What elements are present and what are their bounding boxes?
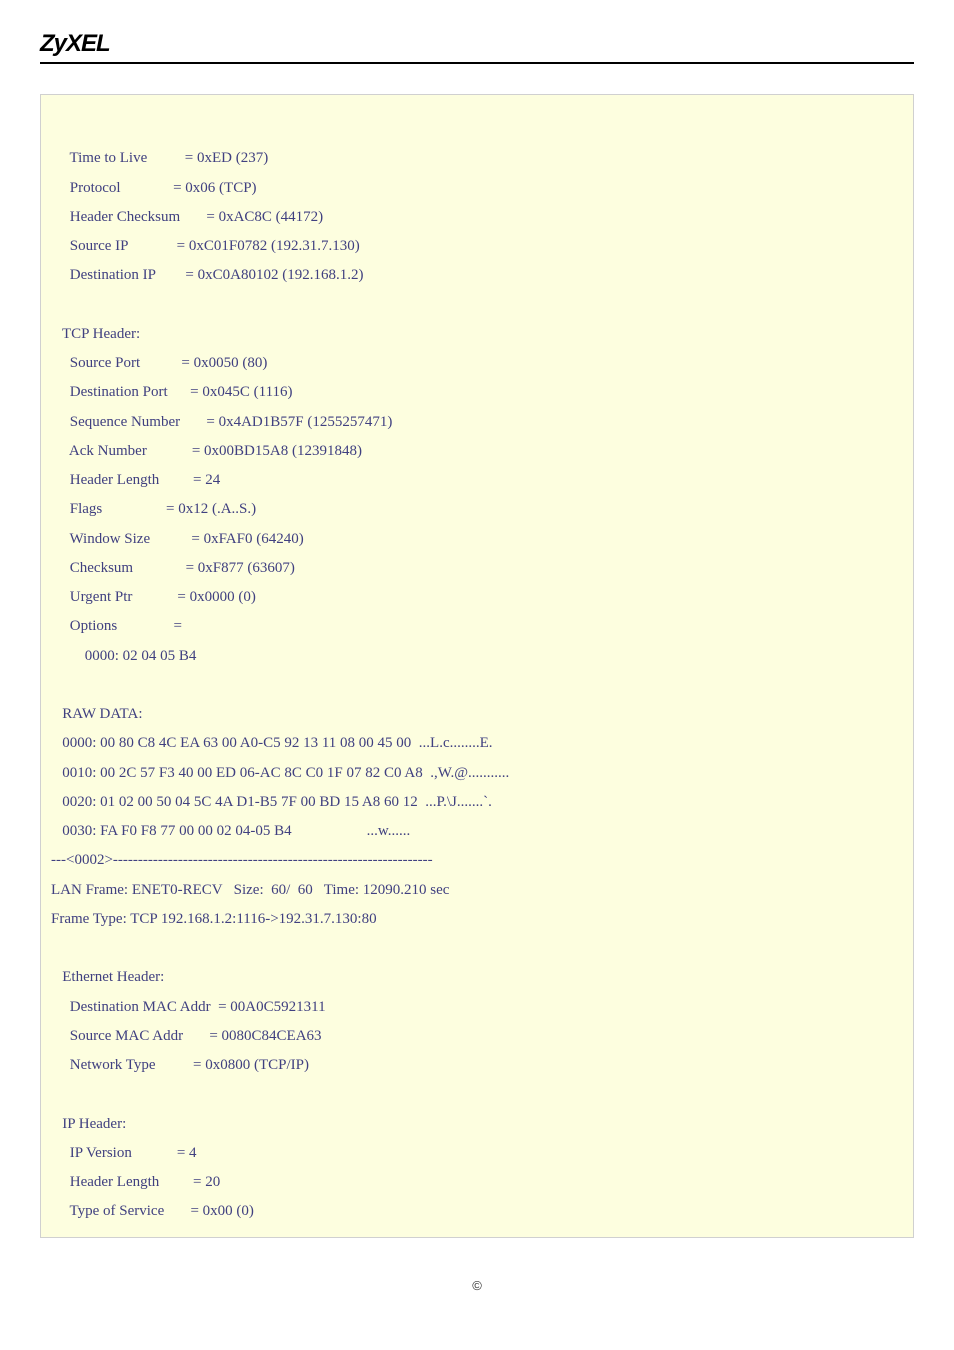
raw-line-1: 0010: 00 2C 57 F3 40 00 ED 06-AC 8C C0 1… xyxy=(51,765,509,781)
packet-dump: Time to Live = 0xED (237) Protocol = 0x0… xyxy=(40,94,914,1238)
ip2-tos: Type of Service = 0x00 (0) xyxy=(51,1203,254,1219)
page: ZyXEL Time to Live = 0xED (237) Protocol… xyxy=(0,0,954,1313)
brand-rule xyxy=(40,62,914,64)
raw-line-0: 0000: 00 80 C8 4C EA 63 00 A0-C5 92 13 1… xyxy=(51,735,493,751)
ip-dest-ip: Destination IP = 0xC0A80102 (192.168.1.2… xyxy=(51,267,363,283)
frame-line-1: Frame Type: TCP 192.168.1.2:1116->192.31… xyxy=(51,911,377,927)
tcp-sequence: Sequence Number = 0x4AD1B57F (1255257471… xyxy=(51,414,392,430)
ip2-header-title: IP Header: xyxy=(51,1116,126,1132)
tcp-options-bytes: 0000: 02 04 05 B4 xyxy=(51,648,196,664)
tcp-ack: Ack Number = 0x00BD15A8 (12391848) xyxy=(51,443,362,459)
tcp-options: Options = xyxy=(51,618,182,634)
raw-line-2: 0020: 01 02 00 50 04 5C 4A D1-B5 7F 00 B… xyxy=(51,794,492,810)
separator: ---<0002>-------------------------------… xyxy=(51,852,433,868)
raw-header: RAW DATA: xyxy=(51,706,143,722)
ip-header-checksum: Header Checksum = 0xAC8C (44172) xyxy=(51,209,323,225)
ip-source-ip: Source IP = 0xC01F0782 (192.31.7.130) xyxy=(51,238,360,254)
eth-header-title: Ethernet Header: xyxy=(51,969,164,985)
ip2-version: IP Version = 4 xyxy=(51,1145,197,1161)
eth-network-type: Network Type = 0x0800 (TCP/IP) xyxy=(51,1057,309,1073)
tcp-header-length: Header Length = 24 xyxy=(51,472,220,488)
ip-ttl: Time to Live = 0xED (237) xyxy=(51,150,268,166)
tcp-header-title: TCP Header: xyxy=(51,326,140,342)
eth-dest-mac: Destination MAC Addr = 00A0C5921311 xyxy=(51,999,326,1015)
tcp-urgent-ptr: Urgent Ptr = 0x0000 (0) xyxy=(51,589,256,605)
tcp-dest-port: Destination Port = 0x045C (1116) xyxy=(51,384,293,400)
ip-protocol: Protocol = 0x06 (TCP) xyxy=(51,180,257,196)
copyright: © xyxy=(40,1278,914,1293)
tcp-checksum: Checksum = 0xF877 (63607) xyxy=(51,560,295,576)
brand-logo: ZyXEL xyxy=(40,30,914,58)
tcp-source-port: Source Port = 0x0050 (80) xyxy=(51,355,267,371)
tcp-flags: Flags = 0x12 (.A..S.) xyxy=(51,501,256,517)
raw-line-3: 0030: FA F0 F8 77 00 00 02 04-05 B4 ...w… xyxy=(51,823,410,839)
ip2-header-length: Header Length = 20 xyxy=(51,1174,220,1190)
frame-line-0: LAN Frame: ENET0-RECV Size: 60/ 60 Time:… xyxy=(51,882,449,898)
eth-src-mac: Source MAC Addr = 0080C84CEA63 xyxy=(51,1028,322,1044)
tcp-window-size: Window Size = 0xFAF0 (64240) xyxy=(51,531,304,547)
